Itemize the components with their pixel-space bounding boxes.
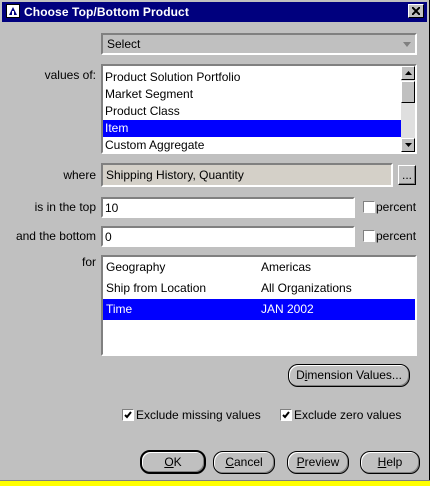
table-row[interactable]: Ship from Location All Organizations [103, 278, 415, 299]
status-bar [0, 480, 430, 486]
exclude-missing-checkbox[interactable] [122, 409, 134, 421]
exclude-zero-label: Exclude zero values [294, 408, 402, 422]
dimension-cell: Geography [106, 260, 166, 274]
list-item[interactable]: Item [103, 120, 401, 137]
value-cell: JAN 2002 [261, 302, 314, 316]
ok-button[interactable]: OK [140, 450, 206, 474]
scroll-up-button[interactable] [401, 66, 415, 80]
value-cell: Americas [261, 260, 312, 274]
top-label: is in the top [34, 200, 96, 214]
where-label: where [63, 168, 96, 182]
bottom-input[interactable]: 0 [101, 226, 355, 247]
top-percent-label: percent [376, 200, 417, 214]
chevron-down-icon [403, 42, 411, 47]
for-label: for [81, 255, 96, 269]
dialog-window: Choose Top/Bottom Product Select values … [0, 0, 430, 486]
values-of-label: values of: [44, 68, 96, 82]
where-browse-button[interactable]: ... [398, 165, 416, 185]
values-list-scrollbar[interactable] [401, 66, 415, 152]
top-percent-checkbox[interactable] [363, 201, 375, 213]
value-cell: All Organizations [261, 281, 352, 295]
select-value: Select [107, 37, 141, 51]
select-dropdown[interactable]: Select [101, 33, 417, 55]
dimension-cell: Ship from Location [106, 281, 207, 295]
scroll-thumb[interactable] [401, 81, 415, 103]
checkmark-icon [124, 411, 132, 419]
list-item[interactable]: Market Segment [103, 86, 401, 103]
window-title: Choose Top/Bottom Product [24, 5, 189, 19]
where-field: Shipping History, Quantity [101, 163, 393, 187]
help-button[interactable]: Help [360, 451, 420, 474]
exclude-missing-label: Exclude missing values [136, 408, 261, 422]
top-input[interactable]: 10 [101, 197, 355, 218]
exclude-zero-checkbox[interactable] [280, 409, 292, 421]
app-icon [6, 4, 20, 18]
bottom-value: 0 [105, 230, 112, 244]
list-item[interactable]: Product Class [103, 103, 401, 120]
top-value: 10 [105, 201, 119, 215]
values-of-list[interactable]: Product Solution Portfolio Market Segment… [101, 64, 417, 154]
checkmark-icon [282, 411, 290, 419]
table-row[interactable]: Time JAN 2002 [103, 299, 415, 320]
table-row[interactable]: Geography Americas [103, 257, 415, 278]
for-table[interactable]: Geography Americas Ship from Location All O… [101, 255, 417, 356]
title-bar[interactable]: Choose Top/Bottom Product [2, 2, 427, 22]
dimension-values-button[interactable]: Dimension Values... [288, 364, 410, 387]
where-value: Shipping History, Quantity [106, 168, 244, 182]
close-button[interactable] [408, 4, 424, 18]
bottom-percent-checkbox[interactable] [363, 230, 375, 242]
list-item[interactable]: Custom Aggregate [103, 137, 401, 154]
list-item[interactable]: Product Solution Portfolio [103, 69, 401, 86]
bottom-label: and the bottom [15, 229, 96, 243]
cancel-button[interactable]: Cancel [213, 451, 275, 474]
browse-label: ... [401, 168, 412, 182]
dimension-cell: Time [106, 302, 133, 316]
arrow-up-icon [405, 71, 412, 75]
bottom-percent-label: percent [376, 229, 417, 243]
scroll-down-button[interactable] [401, 138, 415, 152]
preview-button[interactable]: Preview [287, 451, 349, 474]
close-icon [412, 7, 420, 15]
arrow-down-icon [405, 143, 412, 147]
